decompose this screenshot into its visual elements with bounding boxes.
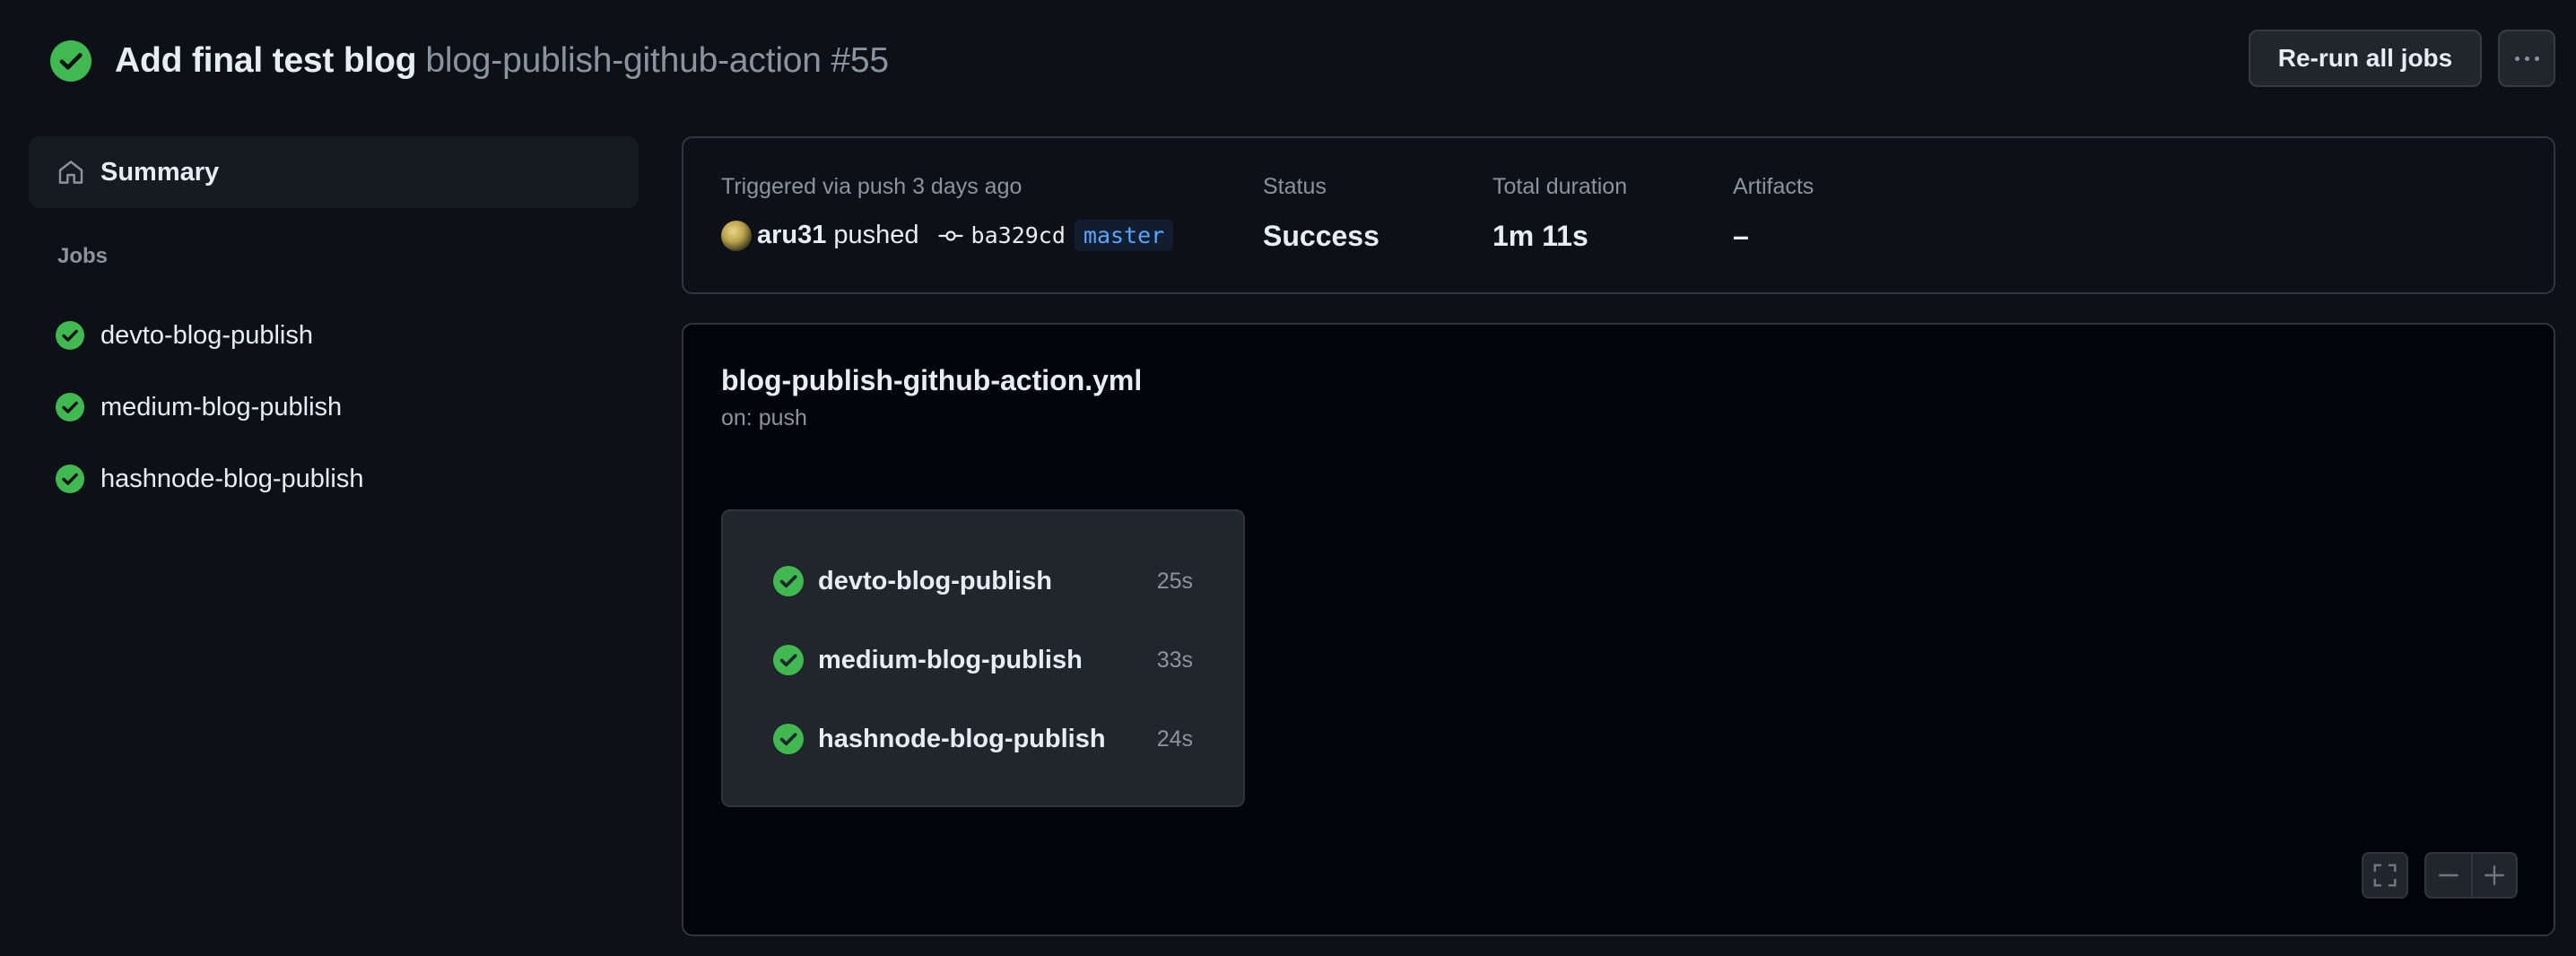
- sidebar-job-item[interactable]: devto-blog-publish: [29, 300, 639, 371]
- fullscreen-icon: [2373, 864, 2397, 887]
- workflow-file-name[interactable]: blog-publish-github-action.yml: [721, 364, 1142, 397]
- trigger-text: Triggered via push 3 days ago: [721, 174, 1023, 199]
- home-icon: [58, 161, 83, 184]
- check-circle-fill-icon: [56, 393, 84, 422]
- sidebar-job-item[interactable]: medium-blog-publish: [29, 371, 639, 443]
- graph-job-duration: 33s: [1156, 647, 1193, 673]
- duration-value: 1m 11s: [1493, 220, 1588, 252]
- job-group-card: devto-blog-publish 25s medium-blog-publi…: [721, 509, 1245, 807]
- push-details: aru31 pushed ba329cd master: [721, 220, 1174, 251]
- check-circle-fill-icon: [56, 321, 84, 350]
- sidebar-job-label: hashnode-blog-publish: [100, 464, 364, 493]
- check-circle-fill-icon: [773, 724, 804, 754]
- zoom-out-button[interactable]: [2426, 854, 2471, 897]
- graph-job-item[interactable]: medium-blog-publish 33s: [773, 640, 1193, 680]
- graph-job-name: hashnode-blog-publish: [818, 724, 1106, 753]
- workflow-run-name[interactable]: blog-publish-github-action #55: [425, 41, 889, 81]
- duration-info: Total duration 1m 11s: [1493, 174, 1627, 253]
- avatar[interactable]: [721, 220, 752, 251]
- sidebar-job-item[interactable]: hashnode-blog-publish: [29, 443, 639, 515]
- rerun-all-jobs-button[interactable]: Re-run all jobs: [2249, 30, 2482, 87]
- duration-label: Total duration: [1493, 174, 1628, 199]
- sidebar-item-summary[interactable]: Summary: [29, 136, 639, 208]
- jobs-heading: Jobs: [57, 244, 109, 268]
- run-header: Add final test blog blog-publish-github-…: [50, 34, 2553, 88]
- zoom-out-icon: [2439, 873, 2459, 877]
- graph-job-item[interactable]: devto-blog-publish 25s: [773, 561, 1193, 601]
- run-title: Add final test blog: [115, 41, 417, 80]
- workflow-trigger: on: push: [721, 405, 807, 430]
- graph-zoom-controls: [2362, 852, 2518, 899]
- action-text: pushed: [833, 221, 919, 249]
- job-list: devto-blog-publish medium-blog-publish h…: [29, 300, 639, 515]
- status-value: Success: [1263, 220, 1379, 252]
- graph-job-duration: 25s: [1156, 568, 1193, 594]
- check-circle-fill-icon: [50, 40, 91, 82]
- status-info: Status Success: [1263, 174, 1379, 253]
- workflow-graph-panel: blog-publish-github-action.yml on: push …: [682, 323, 2555, 936]
- graph-job-name: devto-blog-publish: [818, 566, 1052, 595]
- git-commit-icon: [937, 230, 963, 241]
- graph-job-duration: 24s: [1156, 726, 1193, 752]
- more-options-button[interactable]: [2498, 30, 2555, 87]
- artifacts-value: –: [1733, 220, 1749, 252]
- sidebar-job-label: medium-blog-publish: [100, 392, 343, 422]
- check-circle-fill-icon: [773, 645, 804, 675]
- kebab-horizontal-icon: [2514, 56, 2539, 61]
- zoom-in-button[interactable]: [2471, 854, 2516, 897]
- graph-job-name: medium-blog-publish: [818, 645, 1083, 674]
- status-label: Status: [1263, 174, 1327, 199]
- sidebar-item-label: Summary: [100, 157, 220, 187]
- check-circle-fill-icon: [56, 465, 84, 493]
- commit-sha-link[interactable]: ba329cd: [971, 222, 1066, 248]
- sidebar-job-label: devto-blog-publish: [100, 320, 313, 350]
- actor-link[interactable]: aru31: [757, 221, 826, 250]
- branch-badge[interactable]: master: [1074, 220, 1174, 251]
- trigger-info: Triggered via push 3 days ago aru31 push…: [721, 174, 1174, 251]
- artifacts-label: Artifacts: [1733, 174, 1815, 199]
- run-info-panel: Triggered via push 3 days ago aru31 push…: [682, 136, 2555, 294]
- sidebar: Summary Jobs devto-blog-publish medium-b…: [29, 136, 639, 515]
- workflow-run-page: Add final test blog blog-publish-github-…: [0, 0, 2576, 956]
- artifacts-info: Artifacts –: [1733, 174, 1814, 253]
- zoom-in-icon: [2485, 865, 2504, 885]
- graph-job-item[interactable]: hashnode-blog-publish 24s: [773, 719, 1193, 759]
- zoom-button-group: [2424, 852, 2518, 899]
- fullscreen-button[interactable]: [2362, 852, 2408, 899]
- check-circle-fill-icon: [773, 566, 804, 596]
